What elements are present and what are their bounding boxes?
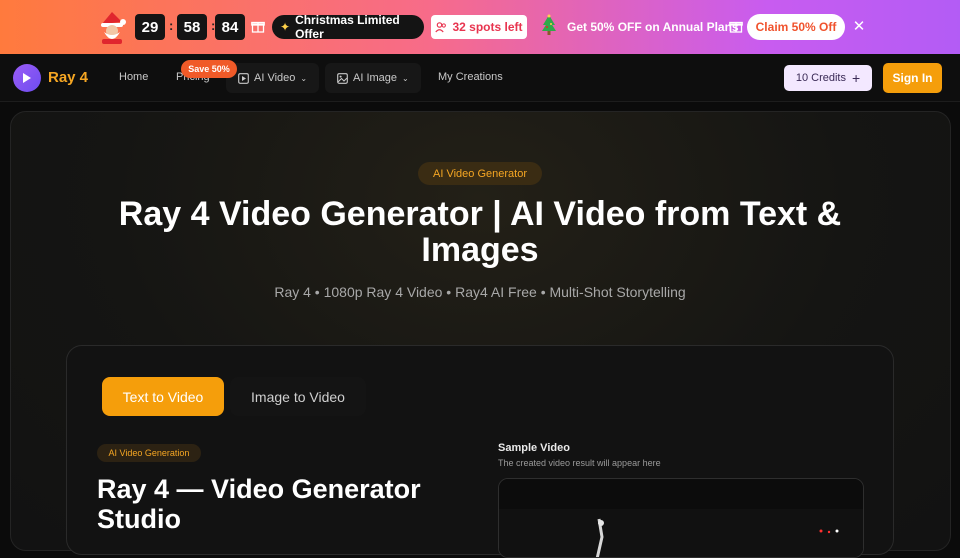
studio-title: Ray 4 — Video Generator Studio (97, 474, 421, 534)
credits-label: 10 Credits (795, 72, 846, 84)
countdown-separator: : (169, 18, 174, 33)
video-icon (238, 72, 249, 84)
chevron-down-icon: ⌄ (300, 73, 308, 83)
gift-icon (729, 21, 743, 33)
generation-badge: AI Video Generation (97, 444, 201, 462)
nav-ai-image-label: AI Image (353, 72, 398, 84)
nav-link-home[interactable]: Home (119, 71, 148, 83)
offer-pill: ✦ Christmas Limited Offer (272, 13, 424, 41)
christmas-tree-icon (542, 14, 556, 35)
nav-dropdown-ai-video[interactable]: AI Video ⌄ (226, 63, 320, 93)
plus-icon: + (851, 70, 861, 86)
countdown-hours: 29 (135, 14, 165, 40)
offer-label: Christmas Limited Offer (295, 13, 400, 41)
sparkle-icon: ✦ (280, 20, 291, 34)
hero-subtitle: Ray 4 • 1080p Ray 4 Video • Ray4 AI Free… (274, 284, 686, 300)
save-badge: Save 50% (181, 60, 237, 78)
spots-left-badge: 32 spots left (431, 15, 527, 39)
countdown-minutes: 58 (177, 14, 207, 40)
annual-offer-text: Get 50% OFF on Annual Plans (567, 20, 739, 34)
chevron-down-icon: ⌄ (402, 73, 409, 83)
users-icon (435, 22, 447, 33)
brand-logo-icon[interactable] (13, 64, 41, 92)
nav-dropdown-ai-image[interactable]: AI Image ⌄ (325, 63, 421, 93)
image-icon (337, 72, 348, 84)
gift-icon (251, 21, 265, 33)
tab-text-to-video[interactable]: Text to Video (102, 377, 224, 416)
spots-label: 32 spots left (452, 20, 523, 34)
close-banner-icon[interactable]: ✕ (852, 18, 866, 36)
nav-ai-video-label: AI Video (254, 72, 296, 84)
nav-link-my-creations[interactable]: My Creations (438, 71, 503, 83)
santa-icon (101, 12, 126, 44)
video-frame (499, 479, 863, 557)
page-title: Ray 4 Video Generator | AI Video from Te… (118, 195, 842, 269)
credits-button[interactable]: 10 Credits + (784, 65, 872, 91)
sign-in-button[interactable]: Sign In (883, 63, 942, 93)
sample-video-label: Sample Video (498, 442, 570, 454)
promo-banner: 29 : 58 : 84 ✦ Christmas Limited Offer 3… (0, 0, 960, 54)
sample-video-player[interactable] (498, 478, 864, 558)
sample-video-subtitle: The created video result will appear her… (498, 458, 661, 468)
hero-badge: AI Video Generator (418, 162, 542, 185)
countdown-seconds: 84 (215, 14, 245, 40)
claim-offer-button[interactable]: Claim 50% Off (747, 14, 845, 40)
tab-image-to-video[interactable]: Image to Video (230, 377, 366, 416)
brand-name[interactable]: Ray 4 (48, 69, 88, 86)
